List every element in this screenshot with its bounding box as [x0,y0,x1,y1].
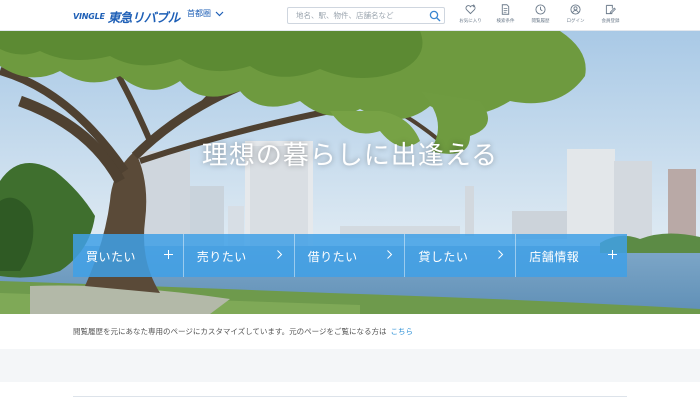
menu-rent-label: 借りたい [307,250,358,264]
personalization-notice: 閲覧履歴を元にあなた専用のページにカスタマイズしています。元のページをご覧になる… [0,314,700,349]
menu-lease-label: 貸したい [418,250,469,264]
hero-section: 理想の暮らしに出逢える 買いたい 売りたい 借りたい 貸したい 店舗情報 [0,31,700,314]
region-label: 首都圏 [187,9,211,18]
menu-sell-label: 売りたい [196,250,247,264]
nav-register-label: 会員登録 [601,19,620,24]
nav-login[interactable]: ログイン [558,4,593,24]
plus-icon [607,250,617,259]
search-input[interactable] [288,8,426,23]
hero-menu: 買いたい 売りたい 借りたい 貸したい 店舗情報 [73,234,627,277]
menu-sell[interactable]: 売りたい [183,234,295,277]
content-card-edge [73,396,627,400]
nav-favorites[interactable]: お気に入り [453,4,488,24]
notice-message: 閲覧履歴を元にあなた専用のページにカスタマイズしています。元のページをご覧になる… [73,327,387,336]
search-icon[interactable] [429,10,441,22]
site-header: VINGLE 東急リバブル 首都圏 お気に入り [0,0,700,31]
clock-icon [535,4,546,15]
chevron-down-icon [215,11,224,16]
search-box [287,7,445,24]
header-nav: お気に入り 検索条件 閲覧履歴 ログイン 会員登録 [453,4,628,24]
logo-text: 東急リバブル [107,9,181,25]
edit-icon [605,4,616,15]
nav-search-conditions[interactable]: 検索条件 [488,4,523,24]
menu-buy[interactable]: 買いたい [73,234,184,277]
chevron-right-icon [387,250,393,259]
chevron-right-icon [276,250,282,259]
user-icon [570,4,581,15]
nav-login-label: ログイン [566,19,585,24]
menu-lease[interactable]: 貸したい [405,234,517,277]
notice-text: 閲覧履歴を元にあなた専用のページにカスタマイズしています。元のページをご覧になる… [73,326,413,337]
menu-stores[interactable]: 店舗情報 [516,234,627,277]
nav-search-conditions-label: 検索条件 [496,19,515,24]
nav-history[interactable]: 閲覧履歴 [523,4,558,24]
logo-mark: VINGLE [73,11,105,21]
site-logo[interactable]: VINGLE 東急リバブル [73,7,180,25]
nav-history-label: 閲覧履歴 [531,19,550,24]
region-selector[interactable]: 首都圏 [187,8,224,19]
nav-register[interactable]: 会員登録 [593,4,628,24]
hero-title: 理想の暮らしに出逢える [201,141,499,171]
notice-link[interactable]: こちら [391,327,414,336]
chevron-right-icon [498,250,504,259]
menu-stores-label: 店舗情報 [529,250,580,264]
nav-favorites-label: お気に入り [459,19,482,24]
plus-icon [163,250,173,259]
document-icon [501,4,510,15]
heart-plus-icon [465,4,476,15]
menu-buy-label: 買いたい [86,250,137,264]
content-band [0,349,700,382]
menu-rent[interactable]: 借りたい [294,234,406,277]
